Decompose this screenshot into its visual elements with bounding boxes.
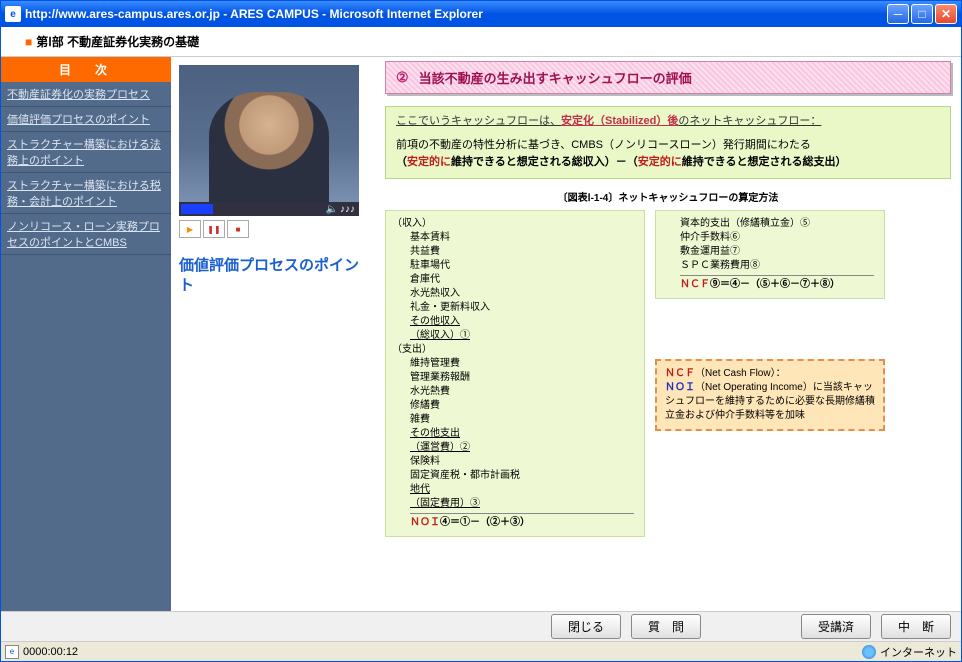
video-progress-bar[interactable]: 🔈♪♪♪	[179, 202, 359, 216]
titlebar: e http://www.ares-campus.ares.or.jp - AR…	[1, 1, 961, 27]
page-header: ■ 第Ⅰ部 不動産証券化実務の基礎	[1, 27, 961, 57]
diagram: （収入） 基本賃料 共益費 駐車場代 倉庫代 水光熱収入 礼金・更新料収入 その…	[385, 210, 951, 537]
diagram-right-column: 資本的支出（修繕積立金）⑤ 仲介手数料⑥ 敷金運用益⑦ ＳＰＣ業務費用⑧ ＮＣＦ…	[655, 210, 885, 431]
volume-icon[interactable]: 🔈♪♪♪	[326, 204, 355, 215]
sidebar-link[interactable]: ノンリコース・ローン実務プロセスのポイントとCMBS	[7, 221, 160, 249]
expense-item: 修繕費	[410, 399, 634, 413]
income-item: 礼金・更新料収入	[410, 301, 634, 315]
section-header: ② 当該不動産の生み出すキャッシュフローの評価	[385, 61, 951, 94]
section-title: 当該不動産の生み出すキャッシュフローの評価	[419, 68, 692, 87]
video-thumbnail	[179, 65, 359, 202]
content-area: ② 当該不動産の生み出すキャッシュフローの評価 ここでいうキャッシュフローは、安…	[381, 57, 961, 611]
sidebar-link[interactable]: 価値評価プロセスのポイント	[7, 114, 150, 126]
expense-sub: その他支出	[410, 427, 634, 441]
maximize-button[interactable]: □	[911, 4, 933, 24]
sidebar-item[interactable]: ストラクチャー構築における税務・会計上のポイント	[1, 173, 171, 214]
presenter	[209, 92, 329, 202]
note-line1-post: のネットキャッシュフロー：	[678, 115, 821, 127]
status-time: 0000:00:12	[23, 646, 78, 658]
sidebar-link[interactable]: 不動産証券化の実務プロセス	[7, 89, 150, 101]
income-item: 基本賃料	[410, 231, 634, 245]
sidebar-item[interactable]: ノンリコース・ローン実務プロセスのポイントとCMBS	[1, 214, 171, 255]
suspend-button[interactable]: 中 断	[881, 614, 951, 639]
capex-item: ＳＰＣ業務費用⑧	[680, 259, 874, 273]
noi-line: ＮＯＩ④＝①－（②＋③）	[410, 513, 634, 530]
expense-total: （運営費）②	[410, 441, 634, 455]
expense-label: （支出）	[392, 343, 634, 357]
note-line1-hl: 安定化（Stabilized）後	[561, 115, 678, 127]
expense-item: 固定資産税・都市計画税	[410, 469, 634, 483]
income-item: 駐車場代	[410, 259, 634, 273]
play-button[interactable]: ▶	[179, 220, 201, 238]
note-line2: 前項の不動産の特性分析に基づき、CMBS（ノンリコースローン）発行期間にわたる	[396, 137, 940, 155]
section-number: ②	[396, 69, 409, 86]
sidebar-item[interactable]: 不動産証券化の実務プロセス	[1, 82, 171, 107]
browser-window: e http://www.ares-campus.ares.or.jp - AR…	[0, 0, 962, 662]
status-zone: インターネット	[880, 644, 957, 660]
video-progress-fill	[181, 204, 213, 214]
status-left: e 0000:00:12	[5, 645, 862, 659]
minimize-button[interactable]: ─	[887, 4, 909, 24]
sidebar-link[interactable]: ストラクチャー構築における法務上のポイント	[7, 139, 161, 167]
note-box: ここでいうキャッシュフローは、安定化（Stabilized）後のネットキャッシュ…	[385, 106, 951, 179]
capex-item: 敷金運用益⑦	[680, 245, 874, 259]
note-line1-pre: ここでいうキャッシュフローは、	[396, 115, 561, 127]
window-buttons: ─ □ ✕	[887, 4, 957, 24]
question-button[interactable]: 質 問	[631, 614, 701, 639]
expense-total: （固定費用）③	[410, 497, 634, 511]
status-bar: e 0000:00:12 インターネット	[1, 641, 961, 661]
capex-item: 仲介手数料⑥	[680, 231, 874, 245]
income-total: （総収入）①	[410, 329, 634, 343]
main-area: 目 次 不動産証券化の実務プロセス 価値評価プロセスのポイント ストラクチャー構…	[1, 57, 961, 611]
expense-item: 管理業務報酬	[410, 371, 634, 385]
income-item: 水光熱収入	[410, 287, 634, 301]
diagram-left: （収入） 基本賃料 共益費 駐車場代 倉庫代 水光熱収入 礼金・更新料収入 その…	[385, 210, 645, 537]
header-bullet: ■	[25, 35, 32, 49]
sidebar-item[interactable]: 価値評価プロセスのポイント	[1, 107, 171, 132]
stop-button[interactable]: ■	[227, 220, 249, 238]
video-title: 価値評価プロセスのポイント	[179, 256, 373, 295]
ie-icon: e	[5, 6, 21, 22]
expense-sub: 地代	[410, 483, 634, 497]
expense-item: 維持管理費	[410, 357, 634, 371]
footer-bar: 閉じる 質 問 受講済 中 断	[1, 611, 961, 641]
window-title: http://www.ares-campus.ares.or.jp - ARES…	[25, 7, 887, 21]
sidebar-link[interactable]: ストラクチャー構築における税務・会計上のポイント	[7, 180, 161, 208]
video-controls: ▶ ❚❚ ■	[179, 220, 373, 238]
page-icon: e	[5, 645, 19, 659]
close-page-button[interactable]: 閉じる	[551, 614, 621, 639]
expense-item: 水光熱費	[410, 385, 634, 399]
diagram-caption: 〔図表Ⅰ-1-4〕ネットキャッシュフローの算定方法	[385, 189, 951, 204]
page-title: 第Ⅰ部 不動産証券化実務の基礎	[36, 35, 199, 49]
expense-item: 雑費	[410, 413, 634, 427]
capex-item: 資本的支出（修繕積立金）⑤	[680, 217, 874, 231]
income-label: （収入）	[392, 217, 634, 231]
globe-icon	[862, 645, 876, 659]
income-sub: その他収入	[410, 315, 634, 329]
pause-button[interactable]: ❚❚	[203, 220, 225, 238]
video-player[interactable]	[179, 65, 359, 202]
income-item: 倉庫代	[410, 273, 634, 287]
toc-header: 目 次	[1, 57, 171, 82]
done-button[interactable]: 受講済	[801, 614, 871, 639]
video-column: 🔈♪♪♪ ▶ ❚❚ ■ 価値評価プロセスのポイント	[171, 57, 381, 611]
close-button[interactable]: ✕	[935, 4, 957, 24]
definition-box: ＮＣＦ（Net Cash Flow）： ＮＯＩ（Net Operating In…	[655, 359, 885, 431]
ncf-line: ＮＣＦ⑨＝④－（⑤＋⑥－⑦＋⑧）	[680, 275, 874, 292]
diagram-right: 資本的支出（修繕積立金）⑤ 仲介手数料⑥ 敷金運用益⑦ ＳＰＣ業務費用⑧ ＮＣＦ…	[655, 210, 885, 299]
income-item: 共益費	[410, 245, 634, 259]
expense-item: 保険料	[410, 455, 634, 469]
note-line3: （安定的に維持できると想定される総収入）－（安定的に維持できると想定される総支出…	[396, 154, 940, 172]
sidebar: 目 次 不動産証券化の実務プロセス 価値評価プロセスのポイント ストラクチャー構…	[1, 57, 171, 611]
sidebar-item[interactable]: ストラクチャー構築における法務上のポイント	[1, 132, 171, 173]
